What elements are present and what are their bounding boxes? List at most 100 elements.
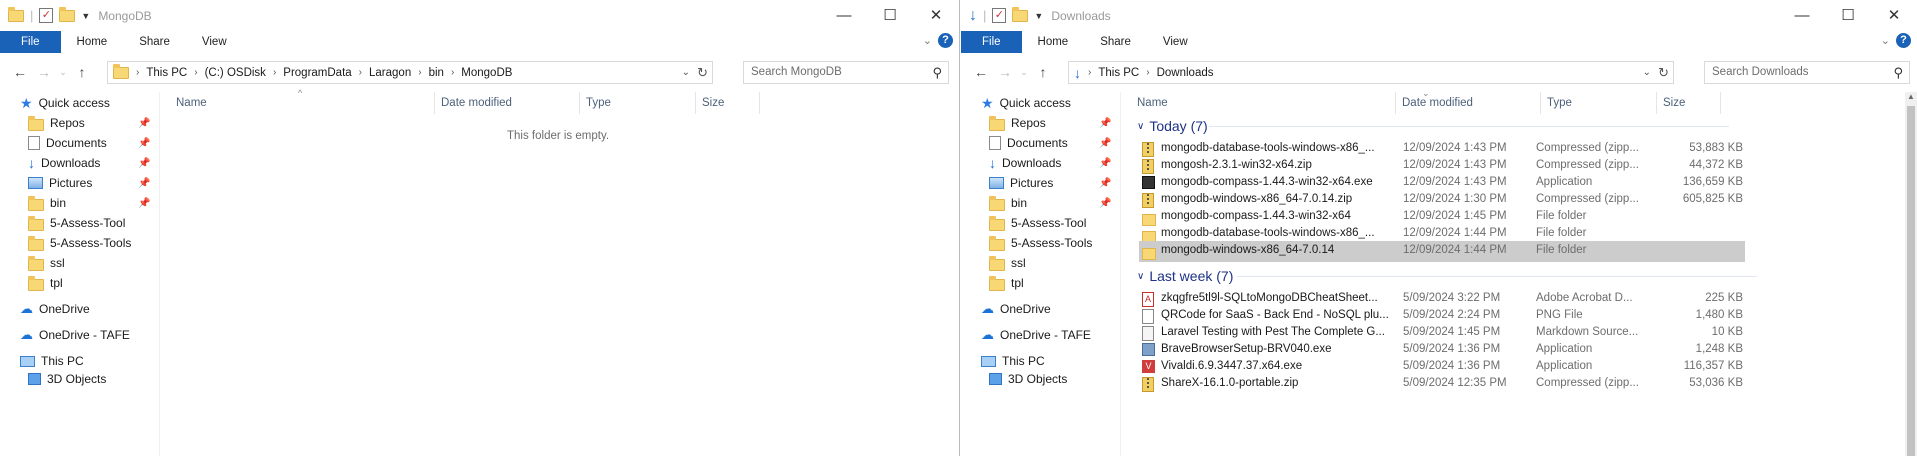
sidebar-item-downloads[interactable]: ↓ Downloads 📌	[989, 152, 1111, 174]
sidebar-item-bin[interactable]: bin 📌	[989, 192, 1111, 214]
collapse-chevron-icon[interactable]: ∨	[1137, 271, 1144, 282]
customize-toolbar-icon[interactable]: ▼	[1034, 11, 1043, 21]
sidebar-item-quick-access[interactable]: ★ Quick access	[981, 92, 1071, 114]
expand-ribbon-icon[interactable]: ⌄	[923, 34, 932, 47]
explorer-window-downloads: ↓ | ✓ ▼ Downloads — ☐ ✕ File Home Share …	[961, 0, 1917, 456]
close-button[interactable]: ✕	[1871, 0, 1917, 31]
help-icon[interactable]: ?	[938, 33, 953, 48]
title-bar[interactable]: ↓ | ✓ ▼ Downloads — ☐ ✕	[961, 0, 1917, 31]
minimize-button[interactable]: —	[1779, 0, 1825, 31]
breadcrumb-osdisk[interactable]: (C:) OSDisk	[205, 67, 266, 79]
sidebar-item-bin[interactable]: bin 📌	[28, 192, 150, 214]
sidebar-item-tpl[interactable]: tpl	[989, 272, 1024, 294]
column-header-size[interactable]: Size	[1657, 92, 1721, 114]
tab-view[interactable]: View	[1147, 31, 1204, 53]
sidebar-item-onedrive[interactable]: ☁ OneDrive	[20, 298, 90, 320]
scrollbar-thumb[interactable]	[1907, 106, 1915, 456]
tab-share[interactable]: Share	[1084, 31, 1147, 53]
file-row[interactable]: ShareX-16.1.0-portable.zip 5/09/2024 12:3…	[1139, 374, 1745, 395]
sidebar-item-ssl[interactable]: ssl	[989, 252, 1026, 274]
column-header-date[interactable]: Date modified	[435, 92, 580, 114]
expand-ribbon-icon[interactable]: ⌄	[1881, 34, 1890, 47]
tab-file[interactable]: File	[961, 31, 1022, 53]
breadcrumb-this-pc[interactable]: This PC	[146, 67, 187, 79]
column-header-type[interactable]: Type	[580, 92, 696, 114]
back-arrow-icon[interactable]: ←	[969, 64, 993, 80]
breadcrumb-this-pc[interactable]: This PC	[1098, 67, 1139, 79]
tab-home[interactable]: Home	[1022, 31, 1085, 53]
sidebar-item-3d-objects[interactable]: 3D Objects	[989, 368, 1067, 390]
sidebar-item-5-assess-tools[interactable]: 5-Assess-Tools	[989, 232, 1092, 254]
column-header-size[interactable]: Size	[696, 92, 760, 114]
new-folder-icon[interactable]	[59, 6, 76, 22]
column-header-name[interactable]: Name	[1131, 92, 1396, 114]
sidebar-item-onedrive[interactable]: ☁ OneDrive	[981, 298, 1051, 320]
file-date: 5/09/2024 12:35 PM	[1403, 377, 1507, 389]
sidebar-item-onedrive-tafe[interactable]: ☁ OneDrive - TAFE	[20, 324, 130, 346]
breadcrumb-laragon[interactable]: Laragon	[369, 67, 411, 79]
column-header-type[interactable]: Type	[1541, 92, 1657, 114]
breadcrumb-mongodb[interactable]: MongoDB	[461, 67, 512, 79]
file-list[interactable]: ^ Name Date modified Type Size This fold…	[170, 88, 959, 456]
address-dropdown-icon[interactable]: ⌄	[1643, 67, 1651, 78]
column-header-date[interactable]: Date modified	[1396, 92, 1541, 114]
sidebar-item-ssl[interactable]: ssl	[28, 252, 65, 274]
sidebar-item-repos[interactable]: Repos 📌	[989, 112, 1111, 134]
address-bar[interactable]: ↓ › This PC › Downloads ⌄ ↻	[1068, 61, 1674, 84]
sidebar-item-tpl[interactable]: tpl	[28, 272, 63, 294]
group-header[interactable]: ∨ Today (7)	[1137, 116, 1729, 136]
breadcrumb-bin[interactable]: bin	[429, 67, 444, 79]
sidebar-item-pictures[interactable]: Pictures 📌	[989, 172, 1111, 194]
vertical-scrollbar[interactable]: ▲	[1905, 92, 1917, 456]
sidebar-item-5-assess-tool[interactable]: 5-Assess-Tool	[989, 212, 1086, 234]
sidebar-item-repos[interactable]: Repos 📌	[28, 112, 150, 134]
tab-view[interactable]: View	[186, 31, 243, 53]
properties-icon[interactable]: ✓	[992, 8, 1007, 23]
address-dropdown-icon[interactable]: ⌄	[682, 67, 690, 78]
sidebar-item-quick-access[interactable]: ★ Quick access	[20, 92, 110, 114]
refresh-icon[interactable]: ↻	[1658, 65, 1669, 81]
sidebar-item-downloads[interactable]: ↓ Downloads 📌	[28, 152, 150, 174]
maximize-button[interactable]: ☐	[867, 0, 913, 31]
scroll-up-icon[interactable]: ▲	[1905, 92, 1917, 101]
recent-locations-icon[interactable]: ⌄	[1017, 67, 1031, 78]
search-input[interactable]: Search Downloads ⚲	[1704, 61, 1910, 84]
sidebar-item-5-assess-tools[interactable]: 5-Assess-Tools	[28, 232, 131, 254]
back-arrow-icon[interactable]: ←	[8, 64, 32, 80]
tab-home[interactable]: Home	[61, 31, 124, 53]
forward-arrow-icon[interactable]: →	[32, 64, 56, 80]
sidebar-item-5-assess-tool[interactable]: 5-Assess-Tool	[28, 212, 125, 234]
up-arrow-icon[interactable]: ↑	[1031, 64, 1055, 80]
tab-file[interactable]: File	[0, 31, 61, 53]
column-header-name[interactable]: Name	[170, 92, 435, 114]
collapse-chevron-icon[interactable]: ∨	[1137, 121, 1144, 132]
tab-share[interactable]: Share	[123, 31, 186, 53]
help-icon[interactable]: ?	[1896, 33, 1911, 48]
title-bar[interactable]: | ✓ ▼ MongoDB — ☐ ✕	[0, 0, 959, 31]
download-icon: ↓	[989, 155, 996, 171]
breadcrumb-programdata[interactable]: ProgramData	[283, 67, 351, 79]
properties-icon[interactable]: ✓	[39, 8, 54, 23]
sidebar-item-3d-objects[interactable]: 3D Objects	[28, 368, 106, 390]
minimize-button[interactable]: —	[821, 0, 867, 31]
search-input[interactable]: Search MongoDB ⚲	[743, 61, 949, 84]
sidebar-item-documents[interactable]: Documents 📌	[28, 132, 150, 154]
maximize-button[interactable]: ☐	[1825, 0, 1871, 31]
new-folder-icon[interactable]	[1012, 6, 1029, 22]
file-row[interactable]: mongodb-windows-x86_64-7.0.14 12/09/2024 …	[1139, 241, 1745, 262]
customize-toolbar-icon[interactable]: ▼	[81, 11, 90, 21]
recent-locations-icon[interactable]: ⌄	[56, 67, 70, 78]
group-header[interactable]: ∨ Last week (7)	[1137, 266, 1757, 286]
refresh-icon[interactable]: ↻	[697, 65, 708, 81]
address-bar[interactable]: › This PC › (C:) OSDisk › ProgramData › …	[107, 61, 713, 84]
pdf-icon: A	[1142, 292, 1154, 307]
close-button[interactable]: ✕	[913, 0, 959, 31]
forward-arrow-icon[interactable]: →	[993, 64, 1017, 80]
cloud-icon: ☁	[981, 301, 994, 316]
file-list[interactable]: ⌄ Name Date modified Type Size ∨ Today (7…	[1131, 88, 1905, 456]
sidebar-item-documents[interactable]: Documents 📌	[989, 132, 1111, 154]
up-arrow-icon[interactable]: ↑	[70, 64, 94, 80]
breadcrumb-downloads[interactable]: Downloads	[1157, 67, 1214, 79]
sidebar-item-pictures[interactable]: Pictures 📌	[28, 172, 150, 194]
sidebar-item-onedrive-tafe[interactable]: ☁ OneDrive - TAFE	[981, 324, 1091, 346]
